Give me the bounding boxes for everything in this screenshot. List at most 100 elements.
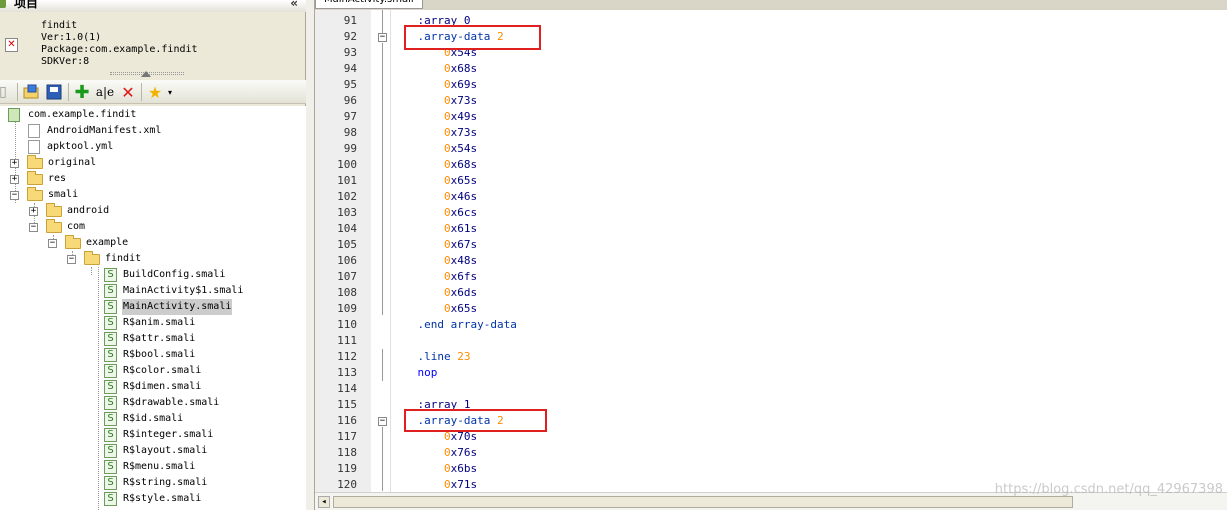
smali-file-icon: S	[104, 268, 117, 282]
code-line: 0x65s	[443, 174, 478, 187]
page-icon[interactable]: ▯	[0, 83, 12, 101]
code-line: 0x69s	[443, 78, 478, 91]
code-line: .line 23	[391, 350, 471, 363]
code-line: 0x6bs	[443, 462, 478, 475]
line-number: 115	[337, 398, 357, 411]
line-number: 97	[343, 110, 357, 123]
line-number: 109	[337, 302, 357, 315]
line-number: 95	[343, 78, 357, 91]
code-line: nop	[391, 366, 438, 379]
collapse-icon[interactable]: −	[29, 223, 38, 232]
fold-toggle-icon[interactable]: −	[378, 33, 387, 42]
highlight-box	[404, 409, 547, 432]
app-sdk: SDKVer:8	[41, 56, 90, 67]
code-line: 0x65s	[443, 302, 478, 315]
watermark: https://blog.csdn.net/qq_42967398	[994, 482, 1223, 497]
smali-file-icon: S	[104, 300, 117, 314]
smali-file-icon: S	[104, 476, 117, 490]
line-number: 105	[337, 238, 357, 251]
tab-mainactivity[interactable]: MainActivity.smali	[315, 0, 423, 9]
line-number: 111	[337, 334, 357, 347]
apk-icon: ✕	[5, 38, 18, 52]
scroll-thumb[interactable]	[333, 496, 1073, 508]
line-number: 106	[337, 254, 357, 267]
fold-margin: − −	[371, 10, 391, 492]
code-line: .end array-data	[391, 318, 517, 331]
app-package: Package:com.example.findit	[41, 44, 198, 55]
project-tree: com.example.findit AndroidManifest.xml a…	[0, 106, 306, 510]
line-number: 120	[337, 478, 357, 491]
file-icon	[28, 124, 40, 138]
folder-icon	[46, 203, 62, 217]
code-line: 0x76s	[443, 446, 478, 459]
save-icon[interactable]	[45, 83, 63, 101]
code-line: 0x68s	[443, 62, 478, 75]
code-line: 0x6cs	[443, 206, 478, 219]
smali-file-icon: S	[104, 444, 117, 458]
tree-toolbar: ▯ ✚ a|e ✕ ★ ▾	[0, 80, 306, 104]
code-line: 0x6ds	[443, 286, 478, 299]
smali-file-icon: S	[104, 332, 117, 346]
smali-file-icon: S	[104, 428, 117, 442]
code-line: 0x73s	[443, 94, 478, 107]
folder-icon	[65, 235, 81, 249]
smali-file-icon: S	[104, 348, 117, 362]
rename-icon[interactable]: a|e	[96, 83, 114, 101]
line-number: 107	[337, 270, 357, 283]
line-number: 103	[337, 206, 357, 219]
smali-file-icon: S	[104, 396, 117, 410]
line-number: 99	[343, 142, 357, 155]
line-number-gutter: 91 92 93 94 95 96 97 98 99 100 101 102 103 104 105 106 1…	[315, 10, 371, 492]
smali-file-icon: S	[104, 412, 117, 426]
add-icon[interactable]: ✚	[73, 82, 91, 103]
code-line: 0x49s	[443, 110, 478, 123]
folder-icon	[27, 187, 43, 201]
line-number: 91	[343, 14, 357, 27]
collapse-panel-icon[interactable]: «	[290, 0, 298, 9]
panel-title: 项目	[14, 0, 39, 10]
open-folder-icon[interactable]	[22, 83, 40, 101]
favorite-icon[interactable]: ★	[146, 83, 164, 102]
line-number: 114	[337, 382, 357, 395]
smali-file-icon: S	[104, 364, 117, 378]
app-version: Ver:1.0(1)	[41, 32, 102, 43]
line-number: 93	[343, 46, 357, 59]
collapse-icon[interactable]: −	[10, 191, 19, 200]
line-number: 101	[337, 174, 357, 187]
scroll-left-icon[interactable]: ◂	[318, 496, 330, 508]
expand-icon[interactable]: +	[29, 207, 38, 216]
smali-file-icon: S	[104, 492, 117, 506]
line-number: 112	[337, 350, 357, 363]
file-icon	[28, 140, 40, 154]
code-line: 0x73s	[443, 126, 478, 139]
expand-icon[interactable]: +	[10, 159, 19, 168]
code-line: 0x48s	[443, 254, 478, 267]
collapse-icon[interactable]: −	[67, 255, 76, 264]
line-number: 117	[337, 430, 357, 443]
folder-icon	[27, 155, 43, 169]
line-number: 102	[337, 190, 357, 203]
info-splitter[interactable]	[110, 70, 184, 78]
panel-title-bar: 项目 «	[0, 0, 306, 12]
line-number: 110	[337, 318, 357, 331]
line-number: 104	[337, 222, 357, 235]
folder-icon	[27, 171, 43, 185]
code-editor[interactable]: MainActivity.smali 91 92 93 94 95 96 97 98 99 100…	[314, 0, 1227, 510]
dropdown-arrow-icon[interactable]: ▾	[165, 83, 175, 101]
highlight-box	[404, 25, 541, 50]
apk-info: ✕ findit Ver:1.0(1) Package:com.example.…	[0, 16, 306, 78]
collapse-icon[interactable]: −	[48, 239, 57, 248]
code-line: 0x46s	[443, 190, 478, 203]
app-name: findit	[41, 20, 78, 31]
delete-icon[interactable]: ✕	[119, 83, 137, 102]
code-line: 0x67s	[443, 238, 478, 251]
fold-toggle-icon[interactable]: −	[378, 417, 387, 426]
editor-tabbar: MainActivity.smali	[315, 0, 1227, 10]
line-number: 92	[343, 30, 357, 43]
expand-icon[interactable]: +	[10, 175, 19, 184]
code-line: 0x71s	[443, 478, 478, 491]
line-number: 98	[343, 126, 357, 139]
code-line: 0x54s	[443, 142, 478, 155]
project-icon	[0, 0, 6, 8]
line-number: 100	[337, 158, 357, 171]
